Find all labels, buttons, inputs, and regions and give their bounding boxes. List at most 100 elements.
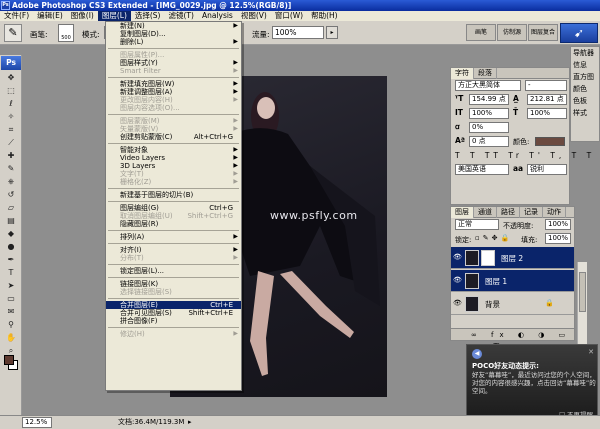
menu-6[interactable]: Analysis — [198, 11, 237, 21]
font-style-select[interactable]: - — [525, 80, 567, 91]
menu-item[interactable]: 拼合图像(F) — [106, 317, 241, 325]
layers-tab-3[interactable]: 记录 — [520, 207, 543, 218]
menu-item[interactable]: 更改图层内容(H) ▶ — [106, 96, 241, 104]
layer-row[interactable]: 👁 图层 1 — [451, 270, 574, 292]
layers-scrollbar[interactable] — [577, 262, 587, 352]
blend-mode-select[interactable]: 正常 — [455, 219, 499, 230]
hand-tool-icon[interactable]: ✋ — [1, 331, 21, 344]
leading-input[interactable]: 212.81 点 — [527, 94, 567, 105]
menu-item[interactable]: 图层内容选项(O)... — [106, 104, 241, 112]
side-panel-item-5[interactable]: 样式 — [571, 107, 599, 119]
vertical-scale-input[interactable]: 100% — [469, 108, 509, 119]
layers-tab-1[interactable]: 通道 — [474, 207, 497, 218]
layers-tab-4[interactable]: 动作 — [543, 207, 566, 218]
kerning-input[interactable]: 0% — [469, 122, 509, 133]
side-panel-item-0[interactable]: 导航器 — [571, 47, 599, 59]
menu-0[interactable]: 文件(F) — [0, 11, 33, 21]
visibility-eye-icon[interactable]: 👁 — [453, 276, 462, 284]
menu-item[interactable]: 新建(N) ▶ — [106, 22, 241, 30]
layers-tab-2[interactable]: 路径 — [497, 207, 520, 218]
side-panel-item-4[interactable]: 色板 — [571, 95, 599, 107]
bridge-button[interactable]: ➹ — [560, 23, 598, 43]
visibility-eye-icon[interactable]: 👁 — [453, 253, 462, 261]
menu-5[interactable]: 滤镜(T) — [165, 11, 198, 21]
menu-item[interactable]: 新建填充图层(W) ▶ — [106, 80, 241, 88]
foreground-color-swatch[interactable] — [4, 355, 14, 365]
slice-tool-icon[interactable]: ⟋ — [1, 136, 21, 149]
panel-well-tab-0[interactable]: 画笔 — [466, 24, 496, 41]
character-tab-0[interactable]: 字符 — [451, 68, 474, 79]
gradient-tool-icon[interactable]: ▤ — [1, 214, 21, 227]
eyedropper-tool-icon[interactable]: ⚲ — [1, 318, 21, 331]
zoom-field[interactable]: 12.5% — [22, 417, 52, 428]
menu-item[interactable]: 链接图层(K) — [106, 280, 241, 288]
menu-3[interactable]: 图层(L) — [97, 11, 131, 21]
blur-tool-icon[interactable]: ◆ — [1, 227, 21, 240]
marquee-tool-icon[interactable]: ⬚ — [1, 84, 21, 97]
menu-item[interactable]: 排列(A) ▶ — [106, 233, 241, 241]
menu-8[interactable]: 窗口(W) — [271, 11, 307, 21]
text-color-swatch[interactable] — [535, 137, 565, 146]
opacity-input[interactable]: 100% — [545, 219, 571, 230]
menu-item[interactable]: 矢量蒙版(V) ▶ — [106, 125, 241, 133]
menu-item[interactable]: 新建调整图层(A) ▶ — [106, 88, 241, 96]
menu-item[interactable]: 选择链接图层(S) — [106, 288, 241, 296]
status-menu-arrow-icon[interactable]: ▸ — [188, 416, 192, 429]
menu-item[interactable]: 3D Layers ▶ — [106, 162, 241, 170]
font-size-input[interactable]: 154.99 点 — [469, 94, 509, 105]
lasso-tool-icon[interactable]: ℓ — [1, 97, 21, 110]
type-tool-icon[interactable]: T — [1, 266, 21, 279]
layer-row[interactable]: 👁 背景 🔒 — [451, 293, 574, 315]
flow-dropdown-button[interactable]: ▸ — [326, 26, 338, 39]
menu-9[interactable]: 帮助(H) — [307, 11, 342, 21]
type-style-buttons[interactable]: T T TT Tr T' T, T T — [455, 151, 595, 160]
notification-body[interactable]: 好友“幕幕哇”，最近访问过您的个人空间，对您的内容很感兴趣，点击回访“幕幕哇”的… — [472, 371, 596, 395]
baseline-shift-input[interactable]: 0 点 — [469, 136, 509, 147]
fill-input[interactable]: 100% — [545, 233, 571, 244]
scrollbar-thumb[interactable] — [579, 272, 586, 312]
menu-item[interactable]: 创建剪贴蒙版(C) Alt+Ctrl+G — [106, 133, 241, 141]
lock-icons[interactable]: ▫✎✥🔒 — [475, 234, 512, 242]
menu-item[interactable]: 图层属性(P)... — [106, 51, 241, 59]
menu-item[interactable]: 修边(H) ▶ — [106, 330, 241, 338]
close-icon[interactable]: ✕ — [588, 348, 594, 356]
menu-item[interactable]: 分布(T) ▶ — [106, 254, 241, 262]
menu-item[interactable]: 文字(T) ▶ — [106, 170, 241, 178]
brush-tool-icon[interactable]: ✎ — [1, 162, 21, 175]
menu-7[interactable]: 视图(V) — [237, 11, 271, 21]
menu-item[interactable]: 图层样式(Y) ▶ — [106, 59, 241, 67]
menu-item[interactable]: 合并图层(E) Ctrl+E — [106, 301, 241, 309]
menu-item[interactable]: 对齐(I) ▶ — [106, 246, 241, 254]
horizontal-scale-input[interactable]: 100% — [527, 108, 567, 119]
menu-item[interactable]: 合并可见图层(S) Shift+Ctrl+E — [106, 309, 241, 317]
eraser-tool-icon[interactable]: ▱ — [1, 201, 21, 214]
menu-item[interactable]: 复制图层(D)... — [106, 30, 241, 38]
clone-stamp-tool-icon[interactable]: ⎈ — [1, 175, 21, 188]
brush-tool-icon[interactable]: ✎ — [4, 24, 22, 42]
menu-item[interactable]: Video Layers ▶ — [106, 154, 241, 162]
menu-4[interactable]: 选择(S) — [131, 11, 165, 21]
path-selection-tool-icon[interactable]: ➤ — [1, 279, 21, 292]
layers-tab-0[interactable]: 图层 — [451, 207, 474, 218]
magic-wand-tool-icon[interactable]: ✧ — [1, 110, 21, 123]
menu-item[interactable]: 隐藏图层(R) — [106, 220, 241, 228]
pen-tool-icon[interactable]: ✒ — [1, 253, 21, 266]
layers-panel-footer[interactable]: ∞ fx ◐ ◑ ▭ ▣ 🗑 — [451, 328, 574, 351]
side-panel-item-3[interactable]: 颜色 — [571, 83, 599, 95]
menu-1[interactable]: 编辑(E) — [33, 11, 67, 21]
menu-item[interactable]: 取消图层编组(U) Shift+Ctrl+G — [106, 212, 241, 220]
language-select[interactable]: 美国英语 — [455, 164, 509, 175]
menu-item[interactable]: 删除(L) ▶ — [106, 38, 241, 46]
menu-item[interactable]: Smart Filter ▶ — [106, 67, 241, 75]
menu-item[interactable]: 新建基于图层的切片(B) — [106, 191, 241, 199]
menu-item[interactable]: 栅格化(Z) ▶ — [106, 178, 241, 186]
menu-item[interactable]: 图层编组(G) Ctrl+G — [106, 204, 241, 212]
layer-mask-thumbnail[interactable] — [481, 250, 495, 266]
dodge-tool-icon[interactable]: ● — [1, 240, 21, 253]
antialias-select[interactable]: 锐利 — [527, 164, 567, 175]
history-brush-tool-icon[interactable]: ↺ — [1, 188, 21, 201]
layer-row[interactable]: 👁 图层 2 — [451, 247, 574, 269]
crop-tool-icon[interactable]: ⌗ — [1, 123, 21, 136]
flow-input[interactable]: 100% — [272, 26, 324, 39]
character-tab-1[interactable]: 段落 — [474, 68, 497, 79]
